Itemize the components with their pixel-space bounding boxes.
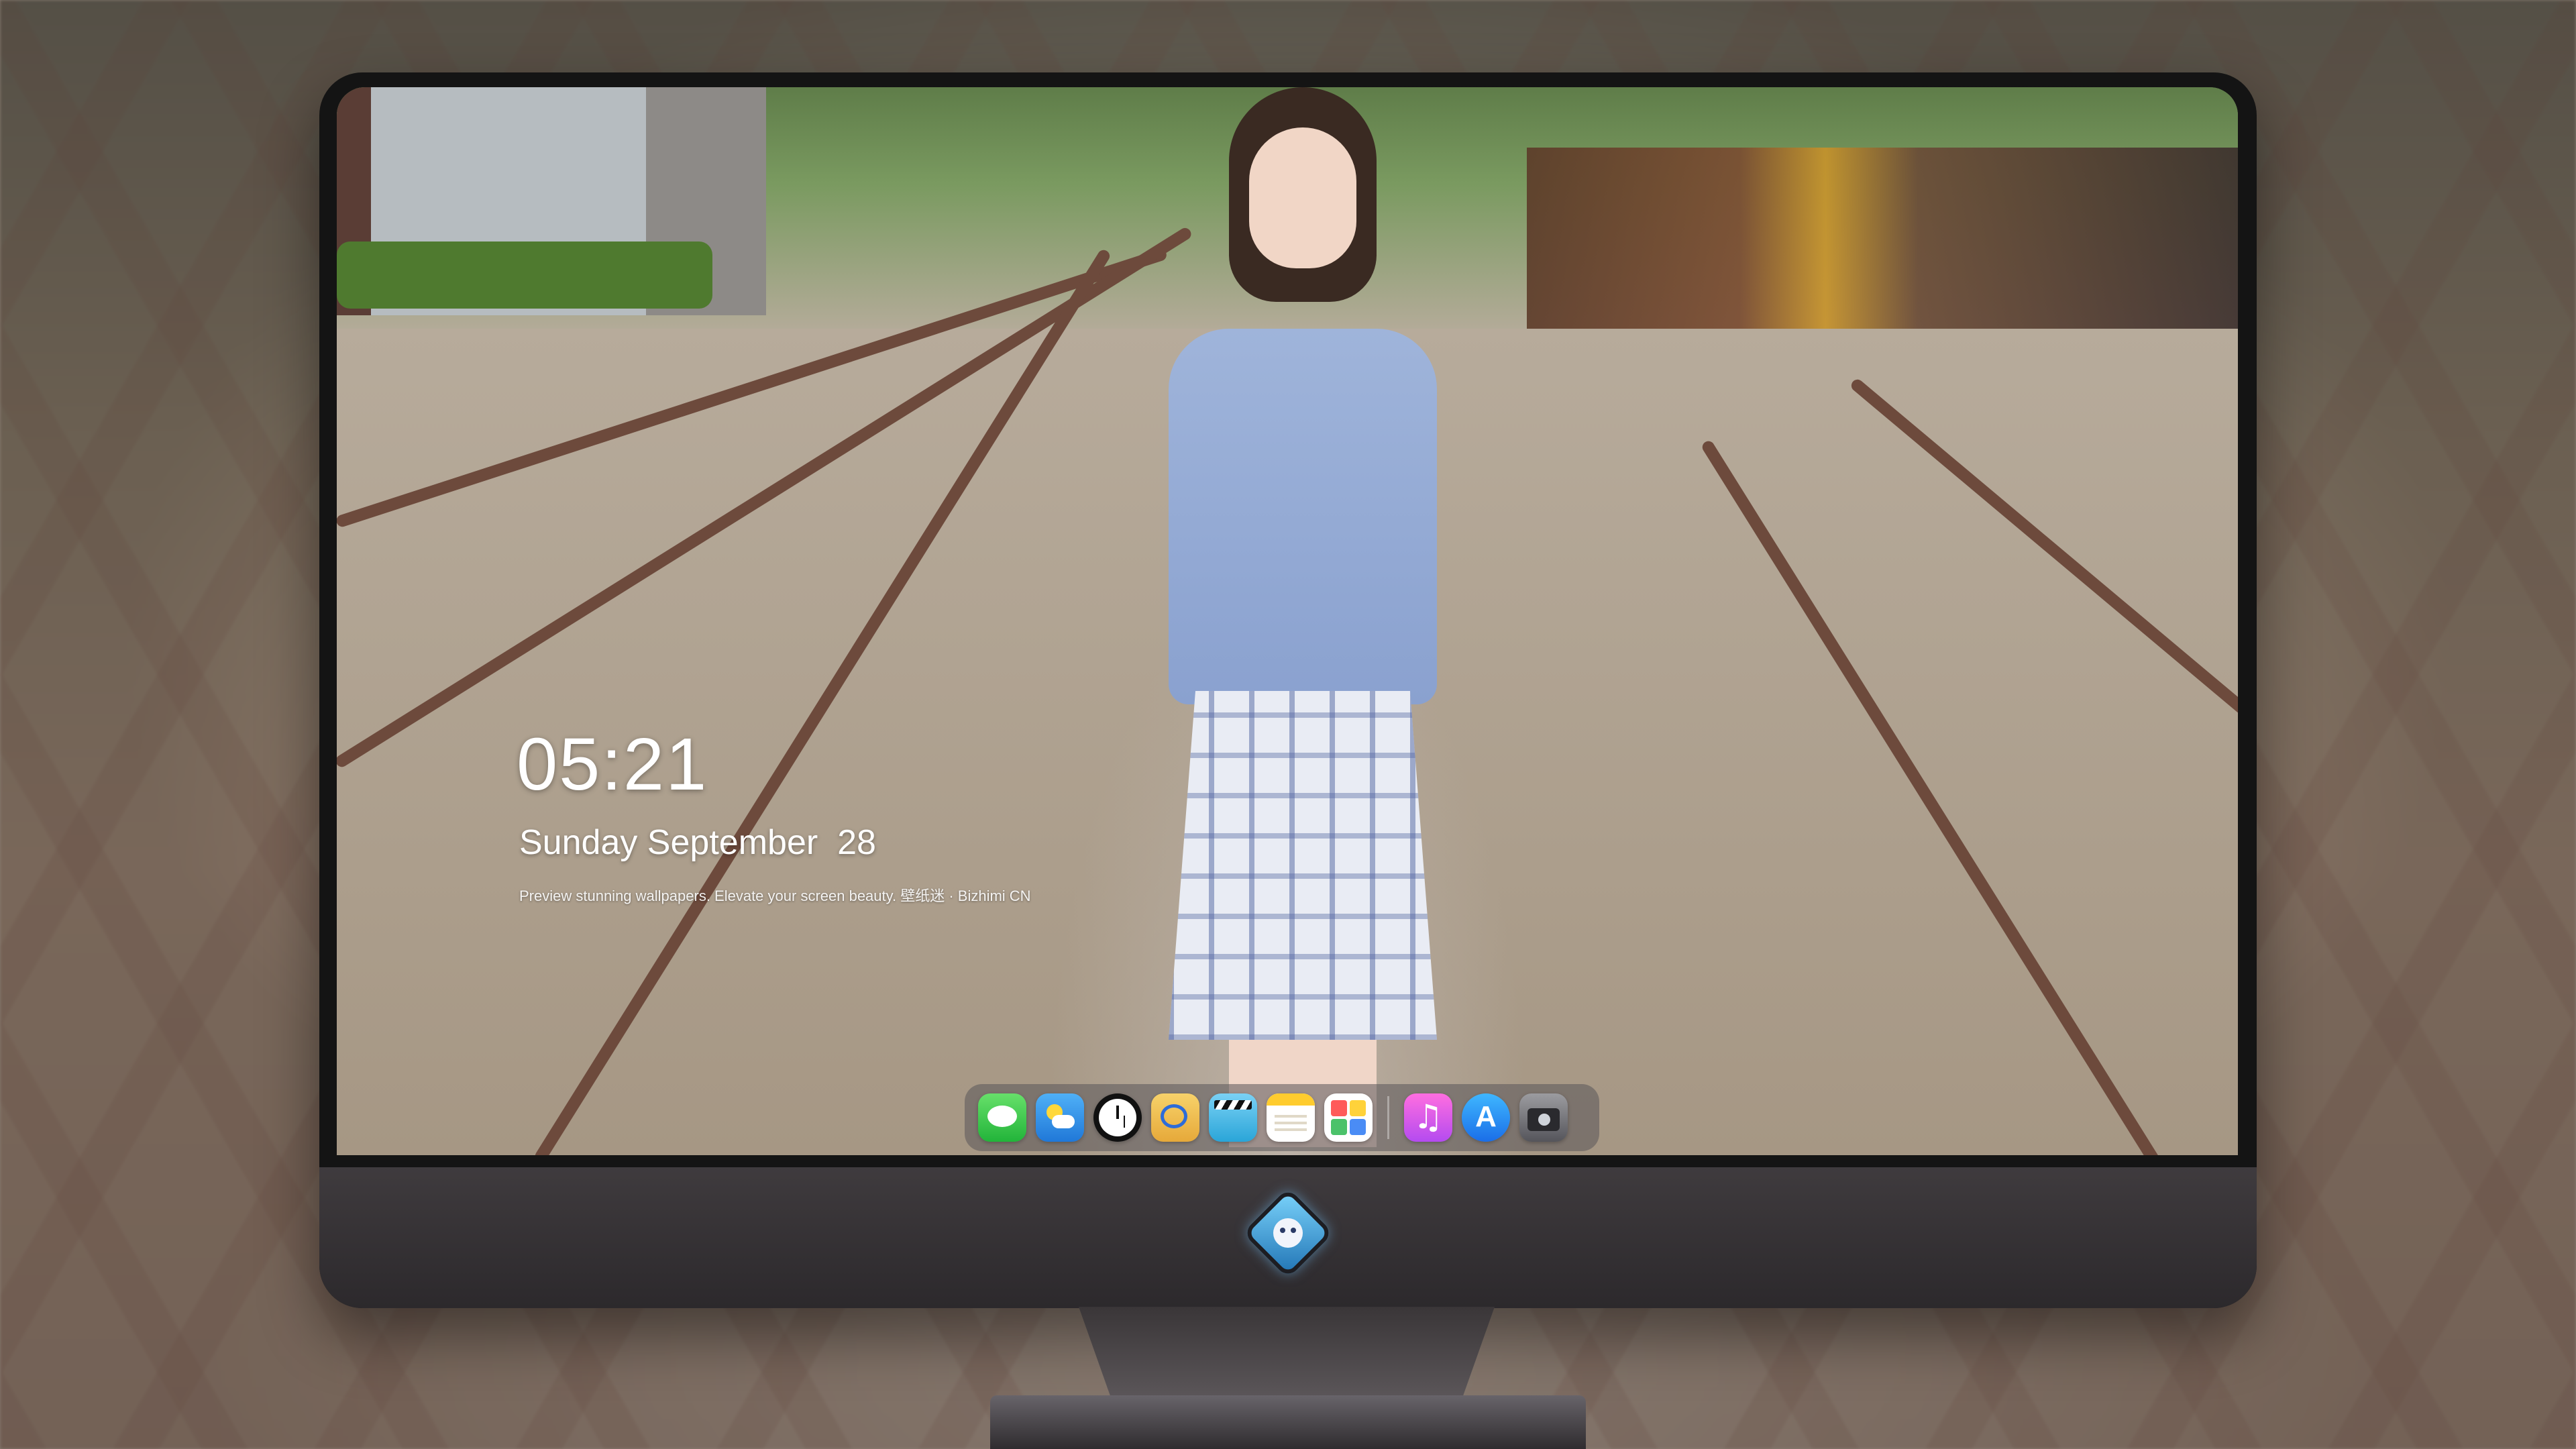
lock-screen-time: 05:21 [517,723,708,806]
monitor-stand-base [990,1395,1586,1449]
monitor-stand [1079,1307,1495,1401]
dock [965,1084,1599,1151]
wallpaper-person [1128,87,1477,1147]
preview-icon[interactable] [1151,1093,1199,1142]
messages-icon[interactable] [978,1093,1026,1142]
dock-separator [1387,1096,1389,1139]
wallpaper-hedge [337,241,712,309]
brand-logo-icon [1242,1187,1334,1279]
clips-icon[interactable] [1209,1093,1257,1142]
weather-icon[interactable] [1036,1093,1084,1142]
photos-icon[interactable] [1324,1093,1373,1142]
lock-screen-date: Sunday September 28 [519,823,876,862]
camera-icon[interactable] [1519,1093,1568,1142]
music-icon[interactable] [1404,1093,1452,1142]
monitor-chin [319,1167,2257,1308]
lock-screen-tagline: Preview stunning wallpapers. Elevate you… [519,888,1031,904]
app-store-icon[interactable] [1462,1093,1510,1142]
notes-icon[interactable] [1267,1093,1315,1142]
clock-icon[interactable] [1093,1093,1142,1142]
lock-screen: 05:21 Sunday September 28 Preview stunni… [337,87,2238,1155]
